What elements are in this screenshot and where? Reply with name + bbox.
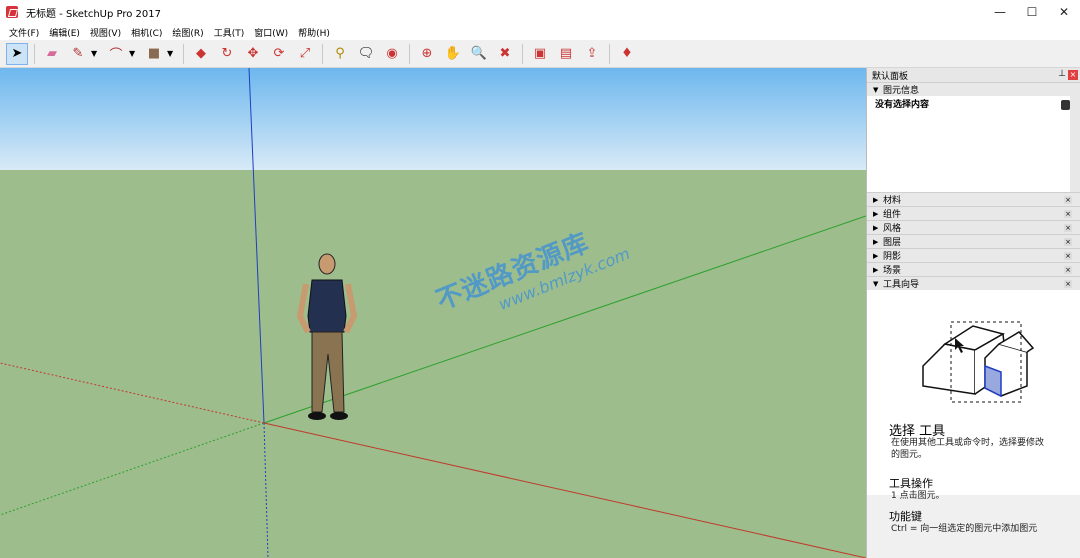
tray-close-icon[interactable]: ×	[1064, 196, 1072, 204]
tray-close-icon[interactable]: ×	[1064, 210, 1072, 218]
eraser-tool-icon[interactable]: ▰	[41, 43, 63, 65]
sketchup-app-icon	[6, 6, 18, 18]
tray-styles[interactable]: ▶ 风格 ×	[867, 220, 1080, 234]
expand-arrow-icon: ▼	[873, 85, 879, 94]
tray-label: 工具向导	[883, 280, 920, 290]
ruby-extension-icon[interactable]: ♦	[616, 43, 638, 65]
red-axis-negative	[0, 362, 265, 424]
panel-close-icon[interactable]: ×	[1068, 70, 1078, 80]
upload-icon[interactable]: ⇪	[581, 43, 603, 65]
collapse-arrow-icon: ▶	[873, 209, 879, 218]
arc-dropdown-icon[interactable]: ▼	[129, 49, 137, 58]
tray-label: 组件	[883, 210, 902, 220]
rectangle-dropdown-icon[interactable]: ▼	[167, 49, 175, 58]
pin-icon[interactable]: ⊥	[1058, 69, 1066, 79]
panel-title: 默认面板	[872, 71, 909, 82]
scale-tool-icon[interactable]: ⤢	[294, 43, 316, 65]
rectangle-tool-icon[interactable]: ■	[143, 43, 165, 65]
tray-layers[interactable]: ▶ 图层 ×	[867, 234, 1080, 248]
collapse-arrow-icon: ▶	[873, 237, 879, 246]
select-tool-icon[interactable]: ➤	[6, 42, 28, 65]
instructor-description: 在使用其他工具或命令时，选择要修改的图元。	[891, 438, 1045, 460]
red-axis-positive	[263, 422, 866, 558]
select-tool-illustration	[922, 321, 1035, 403]
main-toolbar: ➤ ▰ ✎ ▼ ⌒ ▼ ■ ▼ ◆ ↻ ✥ ⟳ ⤢ ⚲ 🗨 ◉ ⊕ ✋ 🔍 ✖ …	[0, 40, 1080, 68]
tray-scenes[interactable]: ▶ 场景 ×	[867, 262, 1080, 276]
menu-bar: 文件(F) 编辑(E) 视图(V) 相机(C) 绘图(R) 工具(T) 窗口(W…	[0, 24, 1080, 40]
tray-instructor[interactable]: ▼ 工具向导 ×	[867, 276, 1080, 290]
instructor-ops-step: 1 点击图元。	[891, 491, 945, 501]
followme-tool-icon[interactable]: ↻	[216, 43, 238, 65]
close-button[interactable]: ✕	[1048, 0, 1080, 24]
toolbar-separator	[409, 43, 410, 64]
orbit-tool-icon[interactable]: ⊕	[416, 43, 438, 65]
panel-title-bar: 默认面板 ⊥ ×	[867, 68, 1080, 82]
instructor-keys-line: Ctrl = 向一组选定的图元中添加图元	[891, 524, 1038, 534]
tray-shadows[interactable]: ▶ 阴影 ×	[867, 248, 1080, 262]
tray-close-icon[interactable]: ×	[1064, 280, 1072, 288]
tray-materials[interactable]: ▶ 材料 ×	[867, 192, 1080, 206]
expand-arrow-icon: ▼	[873, 279, 879, 288]
collapse-arrow-icon: ▶	[873, 265, 879, 274]
text-tool-icon[interactable]: 🗨	[355, 43, 377, 65]
move-tool-icon[interactable]: ✥	[242, 43, 264, 65]
pan-tool-icon[interactable]: ✋	[442, 43, 464, 65]
menu-view[interactable]: 视图(V)	[85, 26, 126, 39]
toolbar-separator	[183, 43, 184, 64]
tray-label: 风格	[883, 224, 902, 234]
tray-label: 阴影	[883, 252, 902, 262]
toolbar-separator	[609, 43, 610, 64]
collapse-arrow-icon: ▶	[873, 251, 879, 260]
arc-tool-icon[interactable]: ⌒	[105, 43, 127, 65]
toolbar-separator	[522, 43, 523, 64]
paint-bucket-icon[interactable]: ◉	[381, 43, 403, 65]
tray-close-icon[interactable]: ×	[1064, 266, 1072, 274]
toolbar-separator	[34, 43, 35, 64]
entity-status: 没有选择内容	[867, 96, 1080, 114]
tray-close-icon[interactable]: ×	[1064, 252, 1072, 260]
title-bar: 无标题 - SketchUp Pro 2017 — ☐ ✕	[0, 0, 1080, 24]
tray-entity-info[interactable]: ▼ 图元信息	[867, 82, 1080, 96]
window-controls: — ☐ ✕	[984, 0, 1080, 24]
menu-draw[interactable]: 绘图(R)	[167, 26, 208, 39]
rotate-tool-icon[interactable]: ⟳	[268, 43, 290, 65]
entity-status-text: 没有选择内容	[875, 100, 930, 110]
share-model-icon[interactable]: ▤	[555, 43, 577, 65]
tray-close-icon[interactable]: ×	[1064, 224, 1072, 232]
instructor-content: 选择 工具 在使用其他工具或命令时，选择要修改的图元。 工具操作 1 点击图元。…	[867, 290, 1080, 534]
menu-window[interactable]: 窗口(W)	[249, 26, 293, 39]
toolbar-separator	[322, 43, 323, 64]
lock-icon[interactable]	[1061, 100, 1070, 110]
axes-canvas	[0, 68, 866, 558]
menu-file[interactable]: 文件(F)	[4, 26, 44, 39]
collapse-arrow-icon: ▶	[873, 195, 879, 204]
zoom-tool-icon[interactable]: 🔍	[468, 43, 490, 65]
pushpull-tool-icon[interactable]: ◆	[190, 43, 212, 65]
tray-label: 图层	[883, 238, 902, 248]
blue-axis-down	[263, 422, 269, 558]
tray-label: 场景	[883, 266, 902, 276]
tape-measure-icon[interactable]: ⚲	[329, 43, 351, 65]
collapse-arrow-icon: ▶	[873, 223, 879, 232]
menu-camera[interactable]: 相机(C)	[126, 26, 167, 39]
3d-viewport[interactable]: 不迷路资源库 www.bmlzyk.com	[0, 68, 866, 558]
menu-edit[interactable]: 编辑(E)	[44, 26, 85, 39]
3d-warehouse-icon[interactable]: ▣	[529, 43, 551, 65]
blue-axis-up	[248, 68, 265, 424]
menu-help[interactable]: 帮助(H)	[293, 26, 335, 39]
tray-label: 图元信息	[883, 86, 920, 96]
tray-components[interactable]: ▶ 组件 ×	[867, 206, 1080, 220]
zoom-extents-icon[interactable]: ✖	[494, 43, 516, 65]
pencil-dropdown-icon[interactable]: ▼	[91, 49, 99, 58]
minimize-button[interactable]: —	[984, 0, 1016, 24]
tray-close-icon[interactable]: ×	[1064, 238, 1072, 246]
menu-tools[interactable]: 工具(T)	[209, 26, 250, 39]
green-axis-negative	[0, 422, 265, 516]
tray-label: 材料	[883, 196, 902, 206]
window-title: 无标题 - SketchUp Pro 2017	[26, 8, 161, 20]
default-tray-panel: 默认面板 ⊥ × ▼ 图元信息 没有选择内容 ▶ 材料 × ▶ 组件 × ▶ 风格 × ▶ 图…	[866, 68, 1080, 558]
entity-info-content: 没有选择内容	[867, 96, 1080, 192]
pencil-tool-icon[interactable]: ✎	[67, 43, 89, 65]
maximize-button[interactable]: ☐	[1016, 0, 1048, 24]
